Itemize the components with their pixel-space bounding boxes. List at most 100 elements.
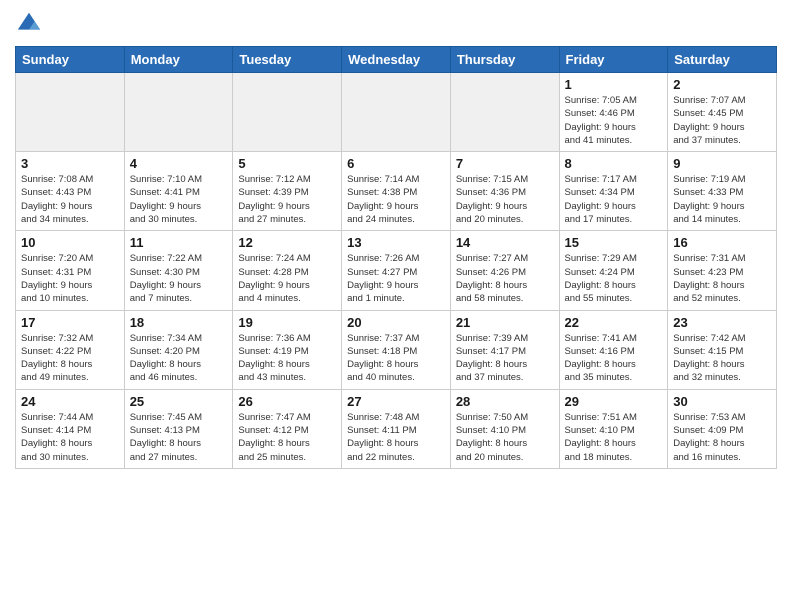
day-detail: Sunrise: 7:05 AM Sunset: 4:46 PM Dayligh… xyxy=(565,94,663,147)
day-number: 9 xyxy=(673,156,771,171)
calendar-cell: 12 Sunrise: 7:24 AM Sunset: 4:28 PM Dayli… xyxy=(233,231,342,310)
page: SundayMondayTuesdayWednesdayThursdayFrid… xyxy=(0,0,792,612)
calendar-week-row: 17 Sunrise: 7:32 AM Sunset: 4:22 PM Dayli… xyxy=(16,310,777,389)
day-number: 3 xyxy=(21,156,119,171)
day-number: 16 xyxy=(673,235,771,250)
day-number: 26 xyxy=(238,394,336,409)
day-detail: Sunrise: 7:36 AM Sunset: 4:19 PM Dayligh… xyxy=(238,332,336,385)
day-number: 8 xyxy=(565,156,663,171)
calendar-cell: 7Sunrise: 7:15 AM Sunset: 4:36 PM Daylig… xyxy=(450,152,559,231)
day-detail: Sunrise: 7:22 AM Sunset: 4:30 PM Dayligh… xyxy=(130,252,228,305)
day-number: 18 xyxy=(130,315,228,330)
calendar-cell xyxy=(233,73,342,152)
weekday-header: Tuesday xyxy=(233,47,342,73)
calendar-cell: 6 Sunrise: 7:14 AM Sunset: 4:38 PM Daylig… xyxy=(342,152,451,231)
calendar-cell: 8 Sunrise: 7:17 AM Sunset: 4:34 PM Daylig… xyxy=(559,152,668,231)
day-detail: Sunrise: 7:20 AM Sunset: 4:31 PM Dayligh… xyxy=(21,252,119,305)
calendar-cell: 18 Sunrise: 7:34 AM Sunset: 4:20 PM Dayli… xyxy=(124,310,233,389)
day-detail: Sunrise: 7:26 AM Sunset: 4:27 PM Dayligh… xyxy=(347,252,445,305)
calendar-cell: 21 Sunrise: 7:39 AM Sunset: 4:17 PM Dayli… xyxy=(450,310,559,389)
calendar-cell xyxy=(450,73,559,152)
logo xyxy=(15,10,47,38)
weekday-header: Sunday xyxy=(16,47,125,73)
calendar-cell: 4 Sunrise: 7:10 AM Sunset: 4:41 PM Daylig… xyxy=(124,152,233,231)
calendar-cell xyxy=(16,73,125,152)
calendar-cell: 20 Sunrise: 7:37 AM Sunset: 4:18 PM Dayli… xyxy=(342,310,451,389)
day-detail: Sunrise: 7:41 AM Sunset: 4:16 PM Dayligh… xyxy=(565,332,663,385)
calendar-cell: 29Sunrise: 7:51 AM Sunset: 4:10 PM Dayli… xyxy=(559,389,668,468)
calendar-cell: 1 Sunrise: 7:05 AM Sunset: 4:46 PM Daylig… xyxy=(559,73,668,152)
calendar-week-row: 10 Sunrise: 7:20 AM Sunset: 4:31 PM Dayli… xyxy=(16,231,777,310)
calendar-cell: 26 Sunrise: 7:47 AM Sunset: 4:12 PM Dayli… xyxy=(233,389,342,468)
day-number: 27 xyxy=(347,394,445,409)
day-detail: Sunrise: 7:45 AM Sunset: 4:13 PM Dayligh… xyxy=(130,411,228,464)
day-detail: Sunrise: 7:10 AM Sunset: 4:41 PM Dayligh… xyxy=(130,173,228,226)
weekday-header: Friday xyxy=(559,47,668,73)
weekday-header: Saturday xyxy=(668,47,777,73)
day-detail: Sunrise: 7:39 AM Sunset: 4:17 PM Dayligh… xyxy=(456,332,554,385)
calendar-cell: 22Sunrise: 7:41 AM Sunset: 4:16 PM Dayli… xyxy=(559,310,668,389)
day-number: 23 xyxy=(673,315,771,330)
day-detail: Sunrise: 7:37 AM Sunset: 4:18 PM Dayligh… xyxy=(347,332,445,385)
day-number: 13 xyxy=(347,235,445,250)
day-detail: Sunrise: 7:53 AM Sunset: 4:09 PM Dayligh… xyxy=(673,411,771,464)
day-number: 10 xyxy=(21,235,119,250)
day-detail: Sunrise: 7:50 AM Sunset: 4:10 PM Dayligh… xyxy=(456,411,554,464)
day-number: 17 xyxy=(21,315,119,330)
calendar-cell: 14 Sunrise: 7:27 AM Sunset: 4:26 PM Dayli… xyxy=(450,231,559,310)
weekday-header: Wednesday xyxy=(342,47,451,73)
calendar-header-row: SundayMondayTuesdayWednesdayThursdayFrid… xyxy=(16,47,777,73)
day-number: 25 xyxy=(130,394,228,409)
day-number: 15 xyxy=(565,235,663,250)
calendar-cell: 27 Sunrise: 7:48 AM Sunset: 4:11 PM Dayli… xyxy=(342,389,451,468)
day-number: 28 xyxy=(456,394,554,409)
day-detail: Sunrise: 7:31 AM Sunset: 4:23 PM Dayligh… xyxy=(673,252,771,305)
day-number: 2 xyxy=(673,77,771,92)
day-number: 21 xyxy=(456,315,554,330)
day-detail: Sunrise: 7:27 AM Sunset: 4:26 PM Dayligh… xyxy=(456,252,554,305)
calendar-cell: 23 Sunrise: 7:42 AM Sunset: 4:15 PM Dayli… xyxy=(668,310,777,389)
day-number: 1 xyxy=(565,77,663,92)
day-detail: Sunrise: 7:07 AM Sunset: 4:45 PM Dayligh… xyxy=(673,94,771,147)
day-number: 20 xyxy=(347,315,445,330)
calendar-cell: 9 Sunrise: 7:19 AM Sunset: 4:33 PM Daylig… xyxy=(668,152,777,231)
calendar-week-row: 24 Sunrise: 7:44 AM Sunset: 4:14 PM Dayli… xyxy=(16,389,777,468)
day-detail: Sunrise: 7:29 AM Sunset: 4:24 PM Dayligh… xyxy=(565,252,663,305)
calendar-cell: 11 Sunrise: 7:22 AM Sunset: 4:30 PM Dayli… xyxy=(124,231,233,310)
day-detail: Sunrise: 7:15 AM Sunset: 4:36 PM Dayligh… xyxy=(456,173,554,226)
calendar-cell: 3Sunrise: 7:08 AM Sunset: 4:43 PM Daylig… xyxy=(16,152,125,231)
calendar-cell: 16 Sunrise: 7:31 AM Sunset: 4:23 PM Dayli… xyxy=(668,231,777,310)
day-number: 6 xyxy=(347,156,445,171)
day-detail: Sunrise: 7:48 AM Sunset: 4:11 PM Dayligh… xyxy=(347,411,445,464)
day-detail: Sunrise: 7:44 AM Sunset: 4:14 PM Dayligh… xyxy=(21,411,119,464)
day-detail: Sunrise: 7:19 AM Sunset: 4:33 PM Dayligh… xyxy=(673,173,771,226)
day-number: 19 xyxy=(238,315,336,330)
day-detail: Sunrise: 7:32 AM Sunset: 4:22 PM Dayligh… xyxy=(21,332,119,385)
calendar-cell: 28 Sunrise: 7:50 AM Sunset: 4:10 PM Dayli… xyxy=(450,389,559,468)
calendar-cell: 30 Sunrise: 7:53 AM Sunset: 4:09 PM Dayli… xyxy=(668,389,777,468)
day-detail: Sunrise: 7:24 AM Sunset: 4:28 PM Dayligh… xyxy=(238,252,336,305)
day-number: 14 xyxy=(456,235,554,250)
day-number: 4 xyxy=(130,156,228,171)
calendar-week-row: 3Sunrise: 7:08 AM Sunset: 4:43 PM Daylig… xyxy=(16,152,777,231)
calendar-cell: 5Sunrise: 7:12 AM Sunset: 4:39 PM Daylig… xyxy=(233,152,342,231)
calendar: SundayMondayTuesdayWednesdayThursdayFrid… xyxy=(15,46,777,469)
calendar-cell: 2 Sunrise: 7:07 AM Sunset: 4:45 PM Daylig… xyxy=(668,73,777,152)
calendar-cell: 24 Sunrise: 7:44 AM Sunset: 4:14 PM Dayli… xyxy=(16,389,125,468)
calendar-cell: 25 Sunrise: 7:45 AM Sunset: 4:13 PM Dayli… xyxy=(124,389,233,468)
day-number: 11 xyxy=(130,235,228,250)
day-detail: Sunrise: 7:42 AM Sunset: 4:15 PM Dayligh… xyxy=(673,332,771,385)
day-detail: Sunrise: 7:14 AM Sunset: 4:38 PM Dayligh… xyxy=(347,173,445,226)
day-detail: Sunrise: 7:34 AM Sunset: 4:20 PM Dayligh… xyxy=(130,332,228,385)
calendar-cell xyxy=(124,73,233,152)
day-detail: Sunrise: 7:17 AM Sunset: 4:34 PM Dayligh… xyxy=(565,173,663,226)
day-number: 12 xyxy=(238,235,336,250)
day-detail: Sunrise: 7:47 AM Sunset: 4:12 PM Dayligh… xyxy=(238,411,336,464)
day-detail: Sunrise: 7:51 AM Sunset: 4:10 PM Dayligh… xyxy=(565,411,663,464)
logo-icon xyxy=(15,10,43,38)
day-number: 24 xyxy=(21,394,119,409)
header xyxy=(15,10,777,38)
calendar-cell: 19 Sunrise: 7:36 AM Sunset: 4:19 PM Dayli… xyxy=(233,310,342,389)
day-number: 30 xyxy=(673,394,771,409)
day-detail: Sunrise: 7:12 AM Sunset: 4:39 PM Dayligh… xyxy=(238,173,336,226)
